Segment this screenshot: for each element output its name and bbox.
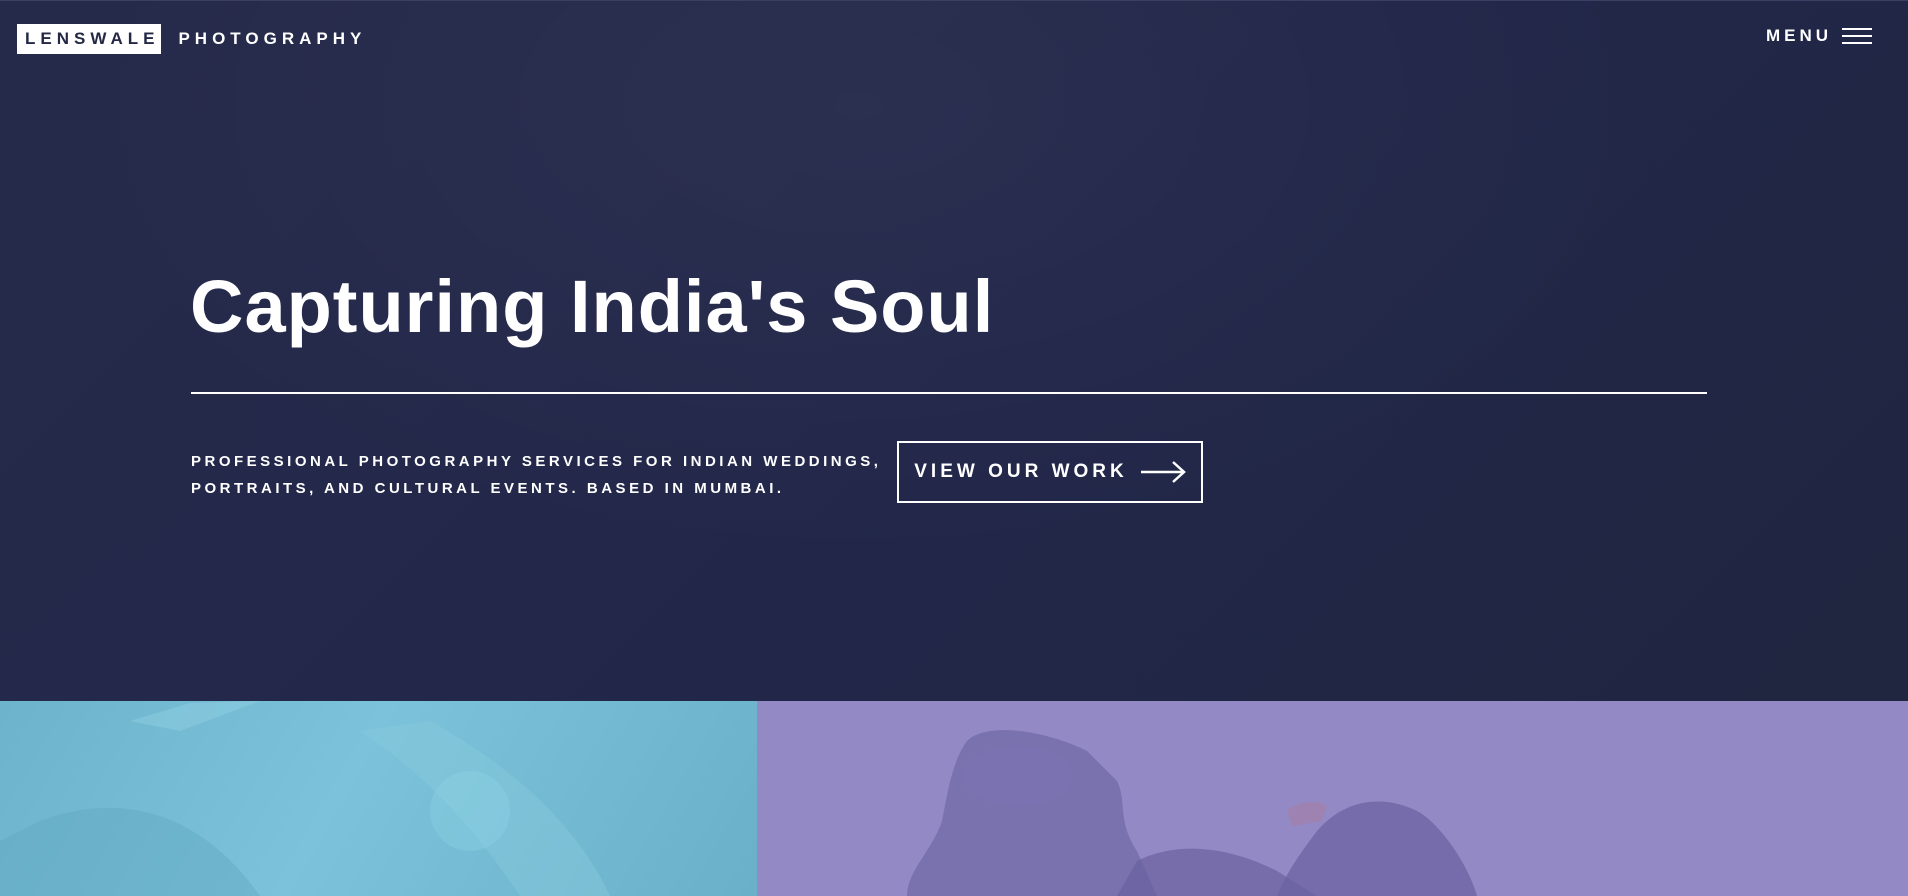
tagline-line-2: PORTRAITS, AND CULTURAL EVENTS. BASED IN…	[191, 480, 785, 497]
gallery-tile-right[interactable]	[757, 701, 1908, 896]
logo-box-text: LENSWALE	[17, 24, 162, 54]
hero-divider	[191, 392, 1707, 394]
view-our-work-button[interactable]: VIEW OUR WORK	[897, 441, 1203, 503]
top-border	[0, 0, 1908, 1]
menu-button[interactable]: MENU	[1766, 26, 1872, 46]
site-logo[interactable]: LENSWALE PHOTOGRAPHY	[17, 24, 366, 54]
camera-photo	[907, 730, 1477, 896]
tile-left-photo	[0, 701, 610, 896]
menu-label: MENU	[1765, 26, 1832, 45]
tagline-line-1: PROFESSIONAL PHOTOGRAPHY SERVICES FOR IN…	[191, 453, 882, 470]
hero-headline: Capturing India's Soul	[190, 265, 995, 348]
hamburger-icon	[1842, 28, 1872, 44]
cta-label: VIEW OUR WORK	[914, 461, 1128, 482]
hero-section: LENSWALE PHOTOGRAPHY MENU Capturing Indi…	[0, 0, 1908, 701]
gallery-tile-left[interactable]	[0, 701, 757, 896]
logo-sub-text: PHOTOGRAPHY	[178, 29, 367, 48]
hero-tagline: PROFESSIONAL PHOTOGRAPHY SERVICES FOR IN…	[191, 448, 891, 502]
arrow-right-icon	[1140, 460, 1186, 484]
